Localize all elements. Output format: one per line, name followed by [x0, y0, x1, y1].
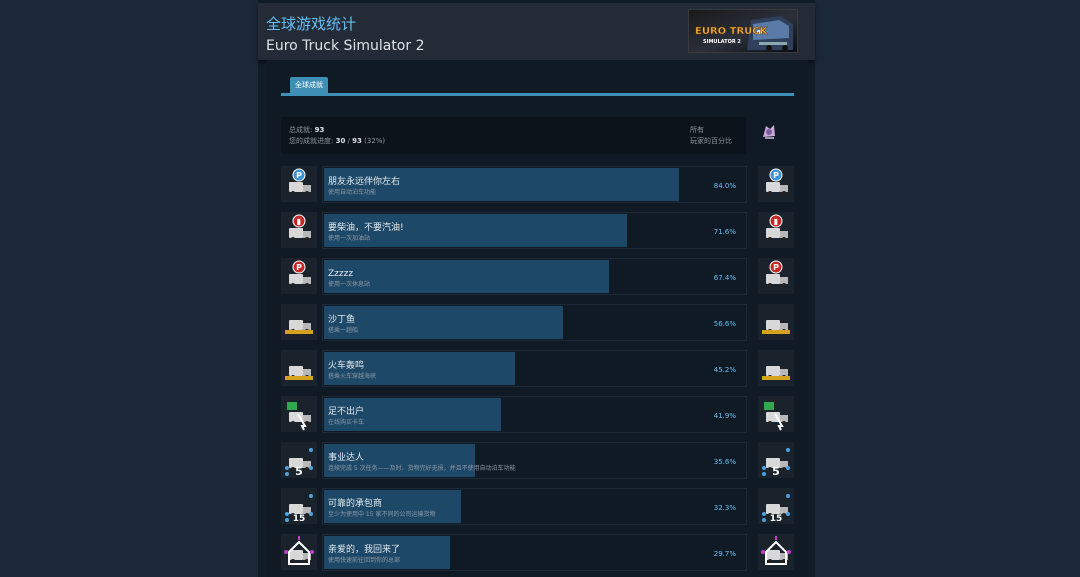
players-percent-label: 玩家的百分比 — [690, 137, 732, 145]
contractor-fifteen-icon[interactable]: 15 — [758, 488, 794, 524]
achievement-description: 使用自动泊车功能 — [328, 189, 377, 196]
svg-text:P: P — [773, 263, 779, 272]
achievement-summary: 总成就: 93 您的成就进度: 30 / 93 (32%) 所有 玩家的百分比 — [281, 117, 746, 154]
truck-train-icon[interactable] — [281, 350, 317, 386]
achievement-percent: 71.6% — [713, 228, 736, 236]
achievement-row[interactable]: 要柴油，不要汽油! 使用一次加油站 71.6% — [322, 212, 747, 249]
game-logo[interactable]: EURO TRUCK SIMULATOR 2 — [688, 9, 798, 53]
svg-text:5: 5 — [295, 465, 303, 478]
achievement-description: 连续完成 5 次任务——及时、货物完好无损，并且不使用自动泊车功能 — [328, 465, 516, 472]
tab-global-achievements[interactable]: 全球成就 — [290, 77, 328, 93]
svg-text:P: P — [296, 171, 302, 180]
achievement-description: 至少为使用中 15 家不同的公司运输货物 — [328, 511, 436, 518]
achievement-row[interactable]: 事业达人连续完成 5 次任务——及时、货物完好无损，并且不使用自动泊车功能 35.… — [322, 442, 747, 479]
achievement-row[interactable]: 亲爱的，我回来了 使用快速前往回到你的总部 29.7% — [322, 534, 747, 571]
achievement-name: 亲爱的，我回来了 — [328, 545, 401, 555]
achievement-description: 使用一次休息站 — [328, 281, 371, 288]
truck-parking-icon[interactable]: P — [281, 166, 317, 202]
achievement-name: 火车轰鸣 — [328, 361, 365, 371]
achievement-percent: 29.7% — [713, 550, 736, 558]
achievement-row[interactable]: 朋友永远伴你左右 使用自动泊车功能 84.0% — [322, 166, 747, 203]
left-background — [0, 0, 258, 577]
progress-total: 93 — [352, 137, 362, 145]
game-header: 全球游戏统计 Euro Truck Simulator 2 EURO TRUCK… — [258, 3, 815, 60]
achievement-name: 沙丁鱼 — [328, 315, 356, 325]
achievement-percent: 56.6% — [713, 320, 736, 328]
achievement-name: 朋友永远伴你左右 — [328, 177, 401, 187]
achievement-percent: 35.6% — [713, 458, 736, 466]
truck-rest-icon[interactable]: P — [281, 258, 317, 294]
logo-text: EURO TRUCK — [695, 26, 769, 37]
game-logo-art: EURO TRUCK SIMULATOR 2 — [689, 10, 797, 52]
truck-rest-icon[interactable]: P — [758, 258, 794, 294]
achievement-row[interactable]: 足不出户在线购买卡车 41.9% — [322, 396, 747, 433]
achievement-percent: 67.4% — [713, 274, 736, 282]
achievement-percent: 32.3% — [713, 504, 736, 512]
user-avatar-icon[interactable] — [758, 120, 780, 142]
contractor-fifteen-icon[interactable]: 15 — [281, 488, 317, 524]
truck-parking-icon[interactable]: P — [758, 166, 794, 202]
total-label: 总成就: — [289, 126, 313, 134]
svg-text:P: P — [296, 263, 302, 272]
achievement-name: 足不出户 — [328, 407, 365, 417]
truck-buy-icon[interactable] — [281, 396, 317, 432]
achievement-description: 使用一次加油站 — [328, 235, 371, 242]
tab-underline — [281, 93, 794, 96]
progress-label: 您的成就进度: — [289, 137, 334, 145]
your-progress: 您的成就进度: 30 / 93 (32%) — [289, 137, 385, 146]
svg-text:▮: ▮ — [774, 217, 778, 226]
truck-buy-icon[interactable] — [758, 396, 794, 432]
truck-ferry-icon[interactable] — [281, 304, 317, 340]
progress-percent: (32%) — [361, 137, 386, 145]
svg-text:15: 15 — [293, 514, 306, 524]
svg-text:▮: ▮ — [297, 217, 301, 226]
total-achievements: 总成就: 93 — [289, 126, 324, 135]
progress-done: 30 — [335, 137, 346, 145]
logo-subtext: SIMULATOR 2 — [703, 39, 741, 45]
achievement-description: 搭乘火车穿越海峡 — [328, 373, 377, 380]
achievement-progress-bar — [324, 306, 563, 339]
achievement-percent: 41.9% — [713, 412, 736, 420]
achievement-row[interactable]: 可靠的承包商至少为使用中 15 家不同的公司运输货物 32.3% — [322, 488, 747, 525]
achievement-percent: 84.0% — [713, 182, 736, 190]
achievement-description: 使用快速前往回到你的总部 — [328, 557, 401, 564]
achievement-name: Zzzzz — [328, 269, 354, 279]
truck-train-icon[interactable] — [758, 350, 794, 386]
achievement-description: 搭乘一趟船 — [328, 327, 359, 334]
svg-text:P: P — [773, 171, 779, 180]
achievement-row[interactable]: 沙丁鱼搭乘一趟船 56.6% — [322, 304, 747, 341]
career-five-icon[interactable]: 5 — [281, 442, 317, 478]
achievement-row[interactable]: Zzzzz 使用一次休息站 67.4% — [322, 258, 747, 295]
achievement-row[interactable]: 火车轰鸣搭乘火车穿越海峡 45.2% — [322, 350, 747, 387]
achievement-description: 在线购买卡车 — [328, 419, 365, 426]
achievement-name: 要柴油，不要汽油! — [328, 223, 404, 233]
truck-fuel-icon[interactable]: ▮ — [758, 212, 794, 248]
page-title[interactable]: 全球游戏统计 — [266, 15, 356, 33]
svg-text:15: 15 — [770, 514, 783, 524]
home-garage-icon[interactable] — [758, 534, 794, 570]
truck-ferry-icon[interactable] — [758, 304, 794, 340]
total-count: 93 — [314, 126, 325, 134]
career-five-icon[interactable]: 5 — [758, 442, 794, 478]
all-players-label: 所有 — [690, 126, 704, 134]
achievement-percent: 45.2% — [713, 366, 736, 374]
truck-fuel-icon[interactable]: ▮ — [281, 212, 317, 248]
home-garage-icon[interactable] — [281, 534, 317, 570]
game-title: Euro Truck Simulator 2 — [266, 38, 425, 54]
svg-text:5: 5 — [772, 465, 780, 478]
achievement-name: 可靠的承包商 — [328, 499, 383, 509]
right-background — [815, 0, 1080, 577]
achievement-name: 事业达人 — [328, 453, 365, 463]
